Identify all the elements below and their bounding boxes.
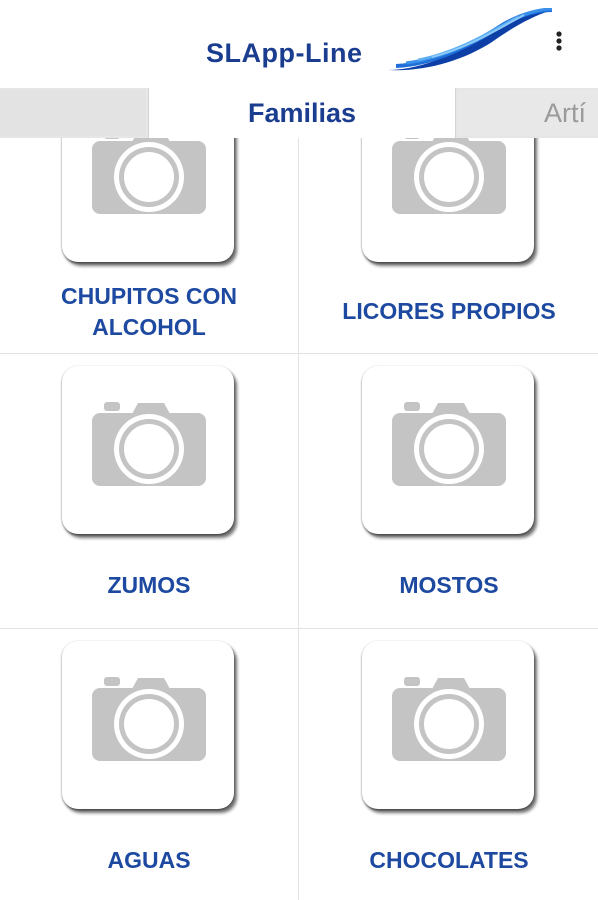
family-image xyxy=(62,366,234,534)
family-item[interactable]: ZUMOS xyxy=(0,354,298,628)
more-vert-icon[interactable] xyxy=(544,26,574,56)
tab-familias[interactable]: Familias xyxy=(148,88,456,138)
app-header: SLApp-Line xyxy=(0,0,598,88)
family-label: ZUMOS xyxy=(107,572,191,598)
tab-articulos[interactable]: Artí xyxy=(458,90,598,136)
family-label: LICORES PROPIOS xyxy=(342,298,556,324)
app-title: SLApp-Line xyxy=(206,38,363,68)
family-label: AGUAS xyxy=(107,847,191,873)
tab-articulos-label: Artí xyxy=(544,98,587,128)
tab-familias-label: Familias xyxy=(247,98,357,128)
camera-placeholder-icon xyxy=(92,677,206,761)
camera-placeholder-icon xyxy=(392,402,506,486)
family-image xyxy=(362,641,534,809)
family-label: CHUPITOS CON ALCOHOL xyxy=(61,283,237,340)
camera-placeholder-icon xyxy=(392,677,506,761)
family-item[interactable]: MOSTOS xyxy=(300,354,598,628)
family-image xyxy=(362,138,534,262)
families-grid: CHUPITOS CON ALCOHOL LICORES PROPIOS ZUM… xyxy=(0,138,598,900)
grid-divider-vertical xyxy=(298,138,299,900)
camera-placeholder-icon xyxy=(92,402,206,486)
family-label: MOSTOS xyxy=(399,572,499,598)
family-label: CHOCOLATES xyxy=(369,847,529,873)
family-item[interactable]: CHUPITOS CON ALCOHOL xyxy=(0,138,298,353)
family-item[interactable]: LICORES PROPIOS xyxy=(300,138,598,353)
camera-placeholder-icon xyxy=(92,138,206,214)
family-image xyxy=(62,138,234,262)
tab-previous[interactable] xyxy=(0,90,146,136)
family-item[interactable]: CHOCOLATES xyxy=(300,629,598,900)
wave-logo-icon xyxy=(388,8,552,71)
tab-bar: Familias Artí xyxy=(0,88,598,138)
family-image xyxy=(362,366,534,534)
family-image xyxy=(62,641,234,809)
family-item[interactable]: AGUAS xyxy=(0,629,298,900)
camera-placeholder-icon xyxy=(392,138,506,214)
